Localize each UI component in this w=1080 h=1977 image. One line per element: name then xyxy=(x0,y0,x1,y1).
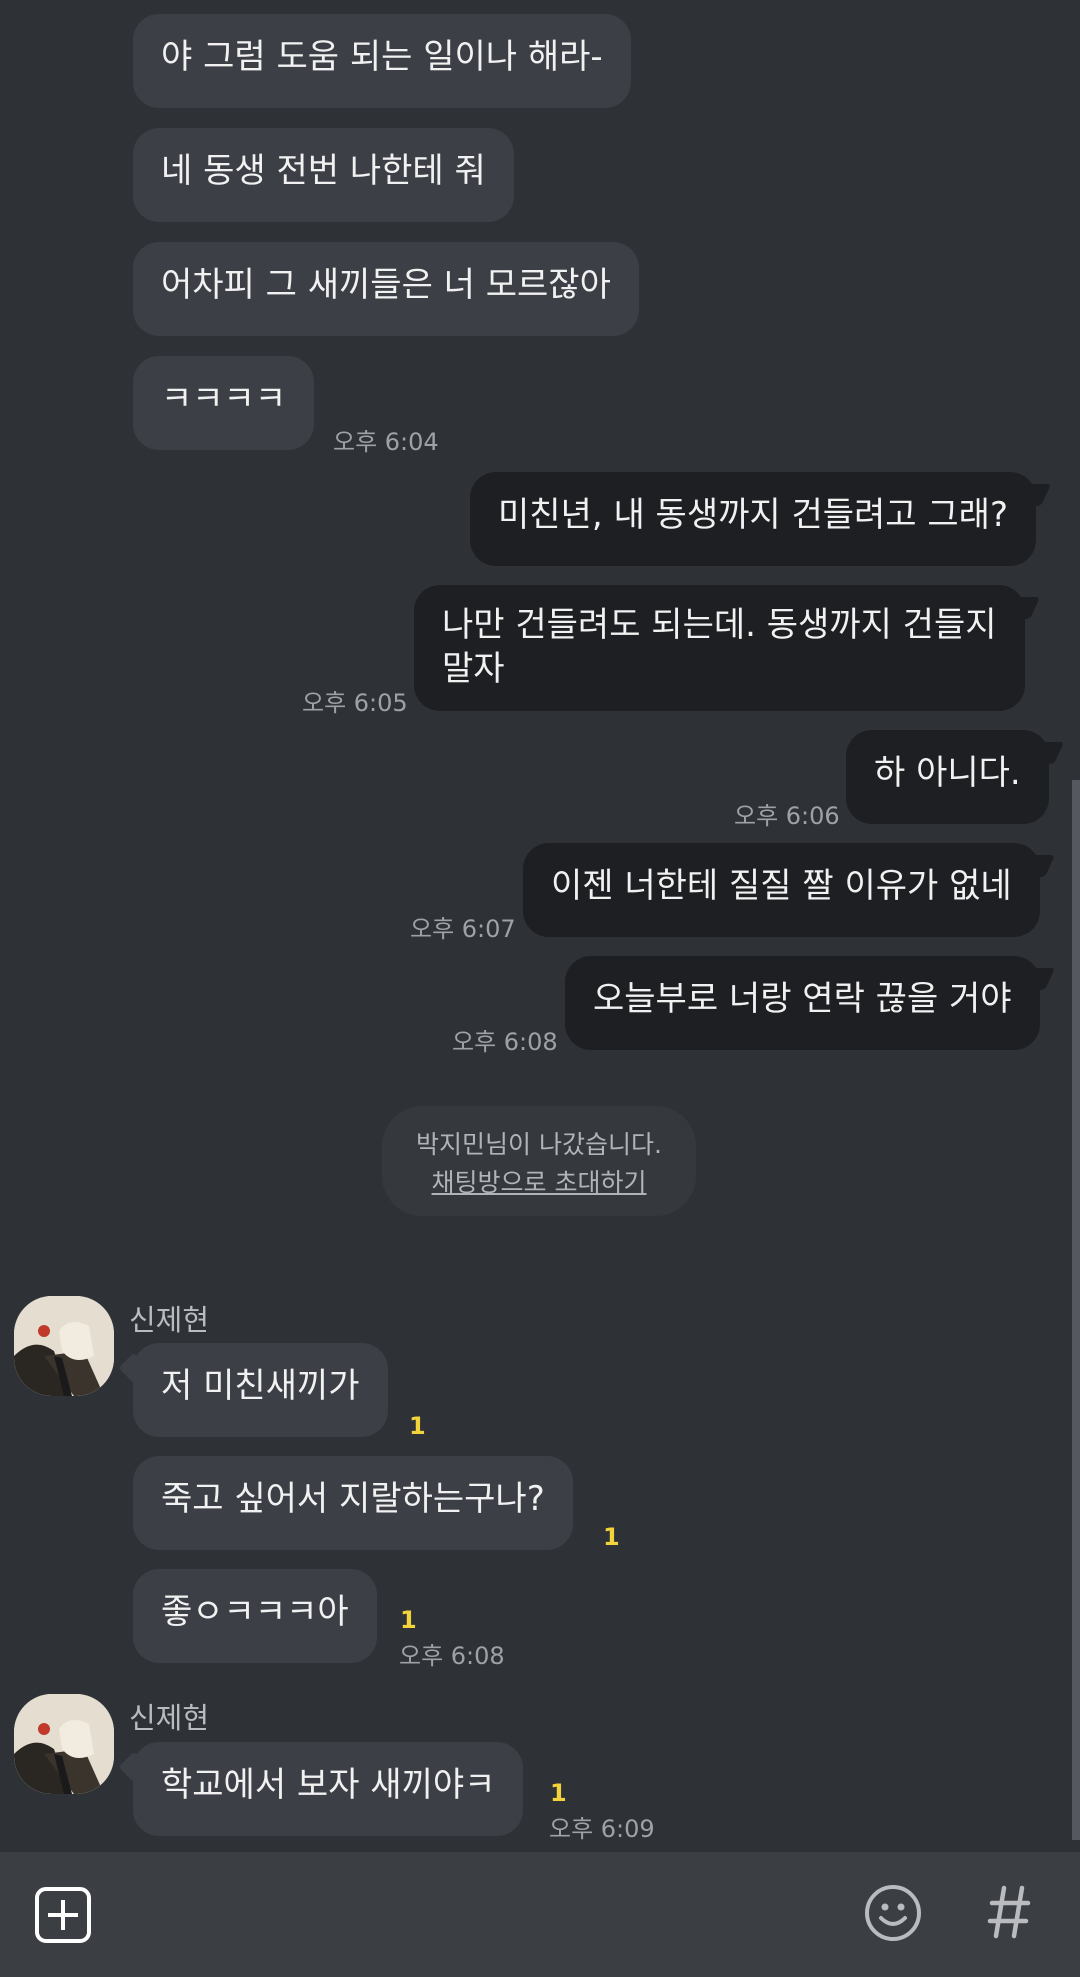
message-text: 네 동생 전번 나한테 줘 xyxy=(161,151,486,191)
message-timestamp: 오후 6:04 xyxy=(333,428,439,456)
message-bubble-incoming[interactable]: 야 그럼 도움 되는 일이나 해라- xyxy=(133,14,631,108)
message-text: 미친년, 내 동생까지 건들려고 그래? xyxy=(498,495,1009,535)
message-timestamp: 오후 6:09 xyxy=(549,1815,655,1843)
smiley-icon[interactable] xyxy=(864,1884,922,1946)
message-text-line: 말자 xyxy=(442,649,505,689)
message-timestamp: 오후 6:07 xyxy=(410,915,516,943)
message-bubble-incoming[interactable]: 네 동생 전번 나한테 줘 xyxy=(133,128,514,222)
message-timestamp: 오후 6:08 xyxy=(399,1642,505,1670)
message-text: ㅋㅋㅋㅋ xyxy=(161,379,287,419)
message-bubble-incoming[interactable]: 좋ㅇㅋㅋㅋ아 xyxy=(133,1569,377,1663)
message-bubble-incoming[interactable]: ㅋㅋㅋㅋ xyxy=(133,356,315,450)
invite-to-chat-link[interactable]: 채팅방으로 초대하기 xyxy=(382,1164,696,1202)
message-timestamp: 오후 6:05 xyxy=(302,689,408,717)
avatar-photo xyxy=(14,1296,114,1396)
message-text: 이젠 너한테 질질 짤 이유가 없네 xyxy=(551,866,1012,906)
sender-name: 신제현 xyxy=(129,1303,210,1337)
message-text: 저 미친새끼가 xyxy=(161,1366,360,1406)
hash-icon[interactable] xyxy=(986,1882,1032,1946)
input-bar xyxy=(0,1852,1080,1977)
unread-count: 1 xyxy=(409,1412,426,1440)
system-notice: 박지민님이 나갔습니다. 채팅방으로 초대하기 xyxy=(382,1106,696,1216)
avatar[interactable] xyxy=(14,1694,114,1794)
message-text: 야 그럼 도움 되는 일이나 해라- xyxy=(161,37,603,77)
message-text: 좋ㅇㅋㅋㅋ아 xyxy=(161,1592,349,1632)
message-bubble-incoming[interactable]: 학교에서 보자 새끼야ㅋ xyxy=(133,1742,524,1836)
message-bubble-outgoing[interactable]: 미친년, 내 동생까지 건들려고 그래? xyxy=(470,472,1037,566)
message-text: 하 아니다. xyxy=(874,753,1021,793)
sender-name: 신제현 xyxy=(129,1701,210,1735)
unread-count: 1 xyxy=(603,1523,620,1551)
plus-square-icon[interactable] xyxy=(34,1886,92,1948)
message-text: 죽고 싶어서 지랄하는구나? xyxy=(161,1479,545,1519)
message-bubble-incoming[interactable]: 저 미친새끼가 xyxy=(133,1343,388,1437)
message-bubble-incoming[interactable]: 죽고 싶어서 지랄하는구나? xyxy=(133,1456,573,1550)
message-bubble-outgoing[interactable]: 이젠 너한테 질질 짤 이유가 없네 xyxy=(523,843,1040,937)
message-text: 오늘부로 너랑 연락 끊을 거야 xyxy=(593,979,1012,1019)
message-text: 학교에서 보자 새끼야ㅋ xyxy=(161,1765,496,1805)
avatar-photo xyxy=(14,1694,114,1794)
message-text-line: 나만 건들려도 되는데. 동생까지 건들지 xyxy=(442,605,997,645)
left-chat-notice: 박지민님이 나갔습니다. xyxy=(416,1130,662,1159)
message-bubble-incoming[interactable]: 어차피 그 새끼들은 너 모르잖아 xyxy=(133,242,639,336)
message-timestamp: 오후 6:06 xyxy=(734,802,840,830)
unread-count: 1 xyxy=(400,1606,417,1634)
avatar[interactable] xyxy=(14,1296,114,1396)
message-bubble-outgoing[interactable]: 오늘부로 너랑 연락 끊을 거야 xyxy=(565,956,1040,1050)
message-bubble-outgoing[interactable]: 하 아니다. xyxy=(846,730,1049,824)
message-bubble-outgoing[interactable]: 나만 건들려도 되는데. 동생까지 건들지 말자 xyxy=(414,585,1025,711)
unread-count: 1 xyxy=(550,1779,567,1807)
message-text: 어차피 그 새끼들은 너 모르잖아 xyxy=(161,265,611,305)
scrollbar[interactable] xyxy=(1072,780,1080,1840)
message-timestamp: 오후 6:08 xyxy=(452,1028,558,1056)
